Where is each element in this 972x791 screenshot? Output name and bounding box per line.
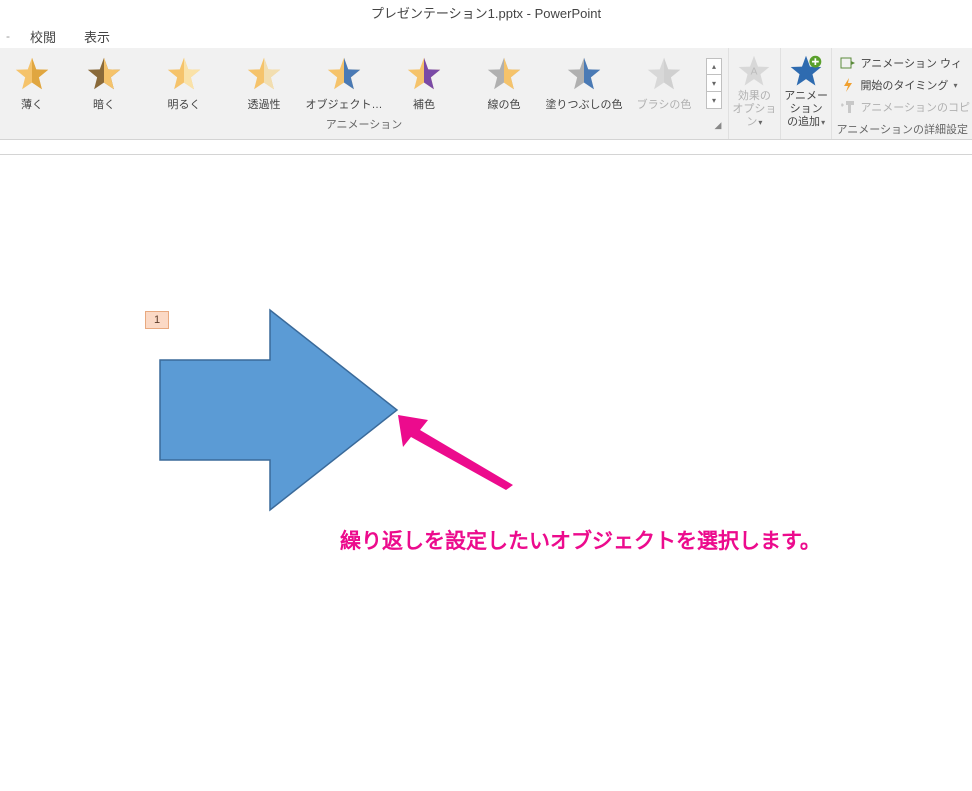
gallery-item[interactable]: 補色 <box>384 52 464 114</box>
add-animation-button[interactable]: アニメーション の追加▾ <box>781 48 833 139</box>
star-icon: A <box>737 54 771 88</box>
animation-pane-button[interactable]: アニメーション ウィ <box>838 52 972 74</box>
gallery-item-label: 暗く <box>93 96 115 112</box>
tab-separator: - <box>0 29 16 43</box>
tab-review[interactable]: 校閲 <box>16 24 70 49</box>
gallery-item[interactable]: 透過性 <box>224 52 304 114</box>
gallery-item[interactable]: 暗く <box>64 52 144 114</box>
gallery-group-label: アニメーション ◢ <box>0 114 728 134</box>
effect-options-label: 効果の オプション▾ <box>731 90 778 130</box>
star-icon <box>646 56 682 92</box>
animation-gallery: 薄く 暗く 明るく 透過性 オブジェクト… 補色 線の色 塗りつぶしの色ブラシの色 ▴ ▾ ▾ <box>0 48 728 114</box>
gallery-scroll: ▴ ▾ ▾ <box>706 58 722 109</box>
gallery-item-label: 補色 <box>413 96 435 112</box>
svg-text:A: A <box>751 66 758 77</box>
gallery-item[interactable]: オブジェクト… <box>304 52 384 114</box>
star-icon <box>406 56 442 92</box>
window-title: プレゼンテーション1.pptx - PowerPoint <box>371 6 601 21</box>
star-icon <box>566 56 602 92</box>
annotation-arrow-icon <box>398 415 518 490</box>
advanced-group-label: アニメーションの詳細設定 <box>832 119 972 139</box>
gallery-item-label: 明るく <box>168 96 201 112</box>
star-icon <box>486 56 522 92</box>
effect-options-button: A 効果の オプション▾ <box>729 48 781 139</box>
slide-canvas[interactable]: 1 繰り返しを設定したいオブジェクトを選択します。 <box>0 155 972 775</box>
gallery-item-label: 塗りつぶしの色 <box>545 96 622 112</box>
gallery-item-label: 薄く <box>21 96 43 112</box>
gallery-item-label: 線の色 <box>488 96 521 112</box>
gallery-item-label: 透過性 <box>248 96 281 112</box>
gallery-item[interactable]: 線の色 <box>464 52 544 114</box>
title-bar: プレゼンテーション1.pptx - PowerPoint <box>0 0 972 24</box>
star-icon <box>246 56 282 92</box>
gallery-item[interactable]: 明るく <box>144 52 224 114</box>
star-icon <box>326 56 362 92</box>
gallery-expand[interactable]: ▾ <box>706 92 722 109</box>
animation-gallery-group: 薄く 暗く 明るく 透過性 オブジェクト… 補色 線の色 塗りつぶしの色ブラシの色 ▴ ▾ ▾… <box>0 48 729 139</box>
gallery-item[interactable]: 塗りつぶしの色 <box>544 52 624 114</box>
star-icon <box>86 56 122 92</box>
advanced-animation-panel: アニメーション ウィ 開始のタイミング▾ アニメーションのコピ <box>832 48 972 118</box>
gallery-item[interactable]: 薄く <box>0 52 64 114</box>
add-star-icon <box>789 54 823 88</box>
painter-icon <box>840 99 856 115</box>
tab-view[interactable]: 表示 <box>70 24 124 49</box>
gallery-scroll-up[interactable]: ▴ <box>706 58 722 75</box>
pane-icon <box>840 55 856 71</box>
add-animation-label: アニメーション の追加▾ <box>783 90 830 130</box>
lightning-icon <box>840 77 856 93</box>
star-icon <box>14 56 50 92</box>
ribbon-tabs: - 校閲 表示 <box>0 24 972 48</box>
trigger-button[interactable]: 開始のタイミング▾ <box>838 74 972 96</box>
gallery-item: ブラシの色 <box>624 52 704 114</box>
animation-painter-button: アニメーションのコピ <box>838 96 972 118</box>
right-arrow-shape[interactable] <box>155 305 405 515</box>
gallery-scroll-down[interactable]: ▾ <box>706 75 722 92</box>
gallery-item-label: オブジェクト… <box>306 96 383 112</box>
ribbon: 薄く 暗く 明るく 透過性 オブジェクト… 補色 線の色 塗りつぶしの色ブラシの色 ▴ ▾ ▾… <box>0 48 972 140</box>
annotation-text: 繰り返しを設定したいオブジェクトを選択します。 <box>340 525 821 555</box>
star-icon <box>166 56 202 92</box>
gallery-item-label: ブラシの色 <box>637 96 692 112</box>
gallery-dialog-launcher[interactable]: ◢ <box>712 120 724 132</box>
